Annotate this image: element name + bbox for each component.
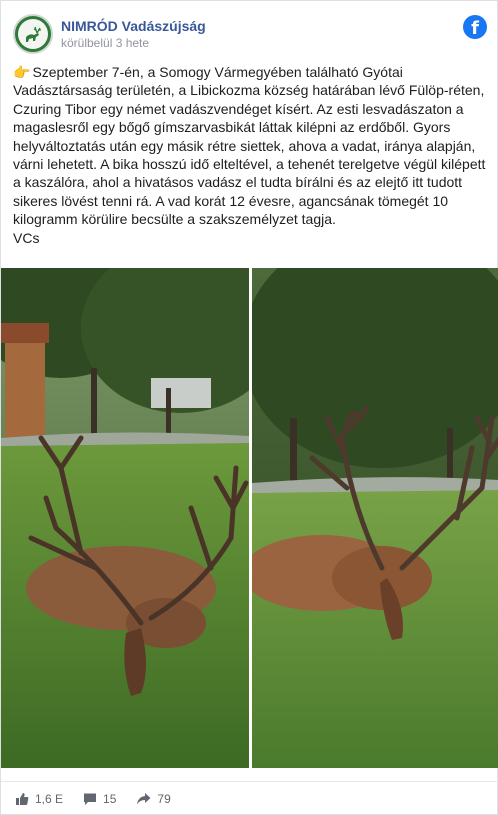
photo-grid bbox=[1, 268, 498, 768]
comment-icon bbox=[84, 793, 97, 805]
post-text: Szeptember 7-én, a Somogy Vármegyében ta… bbox=[13, 64, 486, 228]
pointing-hand-icon: 👉 bbox=[13, 64, 31, 80]
share-arrow-icon bbox=[137, 792, 151, 804]
post-signature: VCs bbox=[13, 229, 40, 246]
likes-count: 1,6 E bbox=[35, 791, 64, 806]
thumbs-up-icon bbox=[16, 792, 29, 805]
post-timestamp[interactable]: körülbelül 3 hete bbox=[61, 35, 206, 51]
deer-logo-icon bbox=[18, 19, 48, 49]
post-body: 👉 Szeptember 7-én, a Somogy Vármegyében t… bbox=[13, 63, 489, 247]
post-card: NIMRÓD Vadászújság körülbelül 3 hete f 👉… bbox=[0, 0, 498, 815]
post-header: NIMRÓD Vadászújság körülbelül 3 hete f bbox=[13, 13, 487, 55]
page-name-link[interactable]: NIMRÓD Vadászújság bbox=[61, 17, 206, 35]
page-avatar[interactable] bbox=[13, 14, 53, 54]
post-footer: 1,6 E 15 79 bbox=[1, 781, 498, 815]
shares-stat[interactable]: 79 bbox=[136, 791, 171, 806]
comments-count: 15 bbox=[103, 791, 117, 806]
shares-count: 79 bbox=[157, 791, 171, 806]
comments-stat[interactable]: 15 bbox=[83, 792, 116, 806]
facebook-logo-icon[interactable]: f bbox=[463, 15, 487, 39]
photo-left[interactable] bbox=[1, 268, 249, 768]
photo-right[interactable] bbox=[251, 268, 498, 768]
likes-stat[interactable]: 1,6 E bbox=[15, 792, 63, 806]
